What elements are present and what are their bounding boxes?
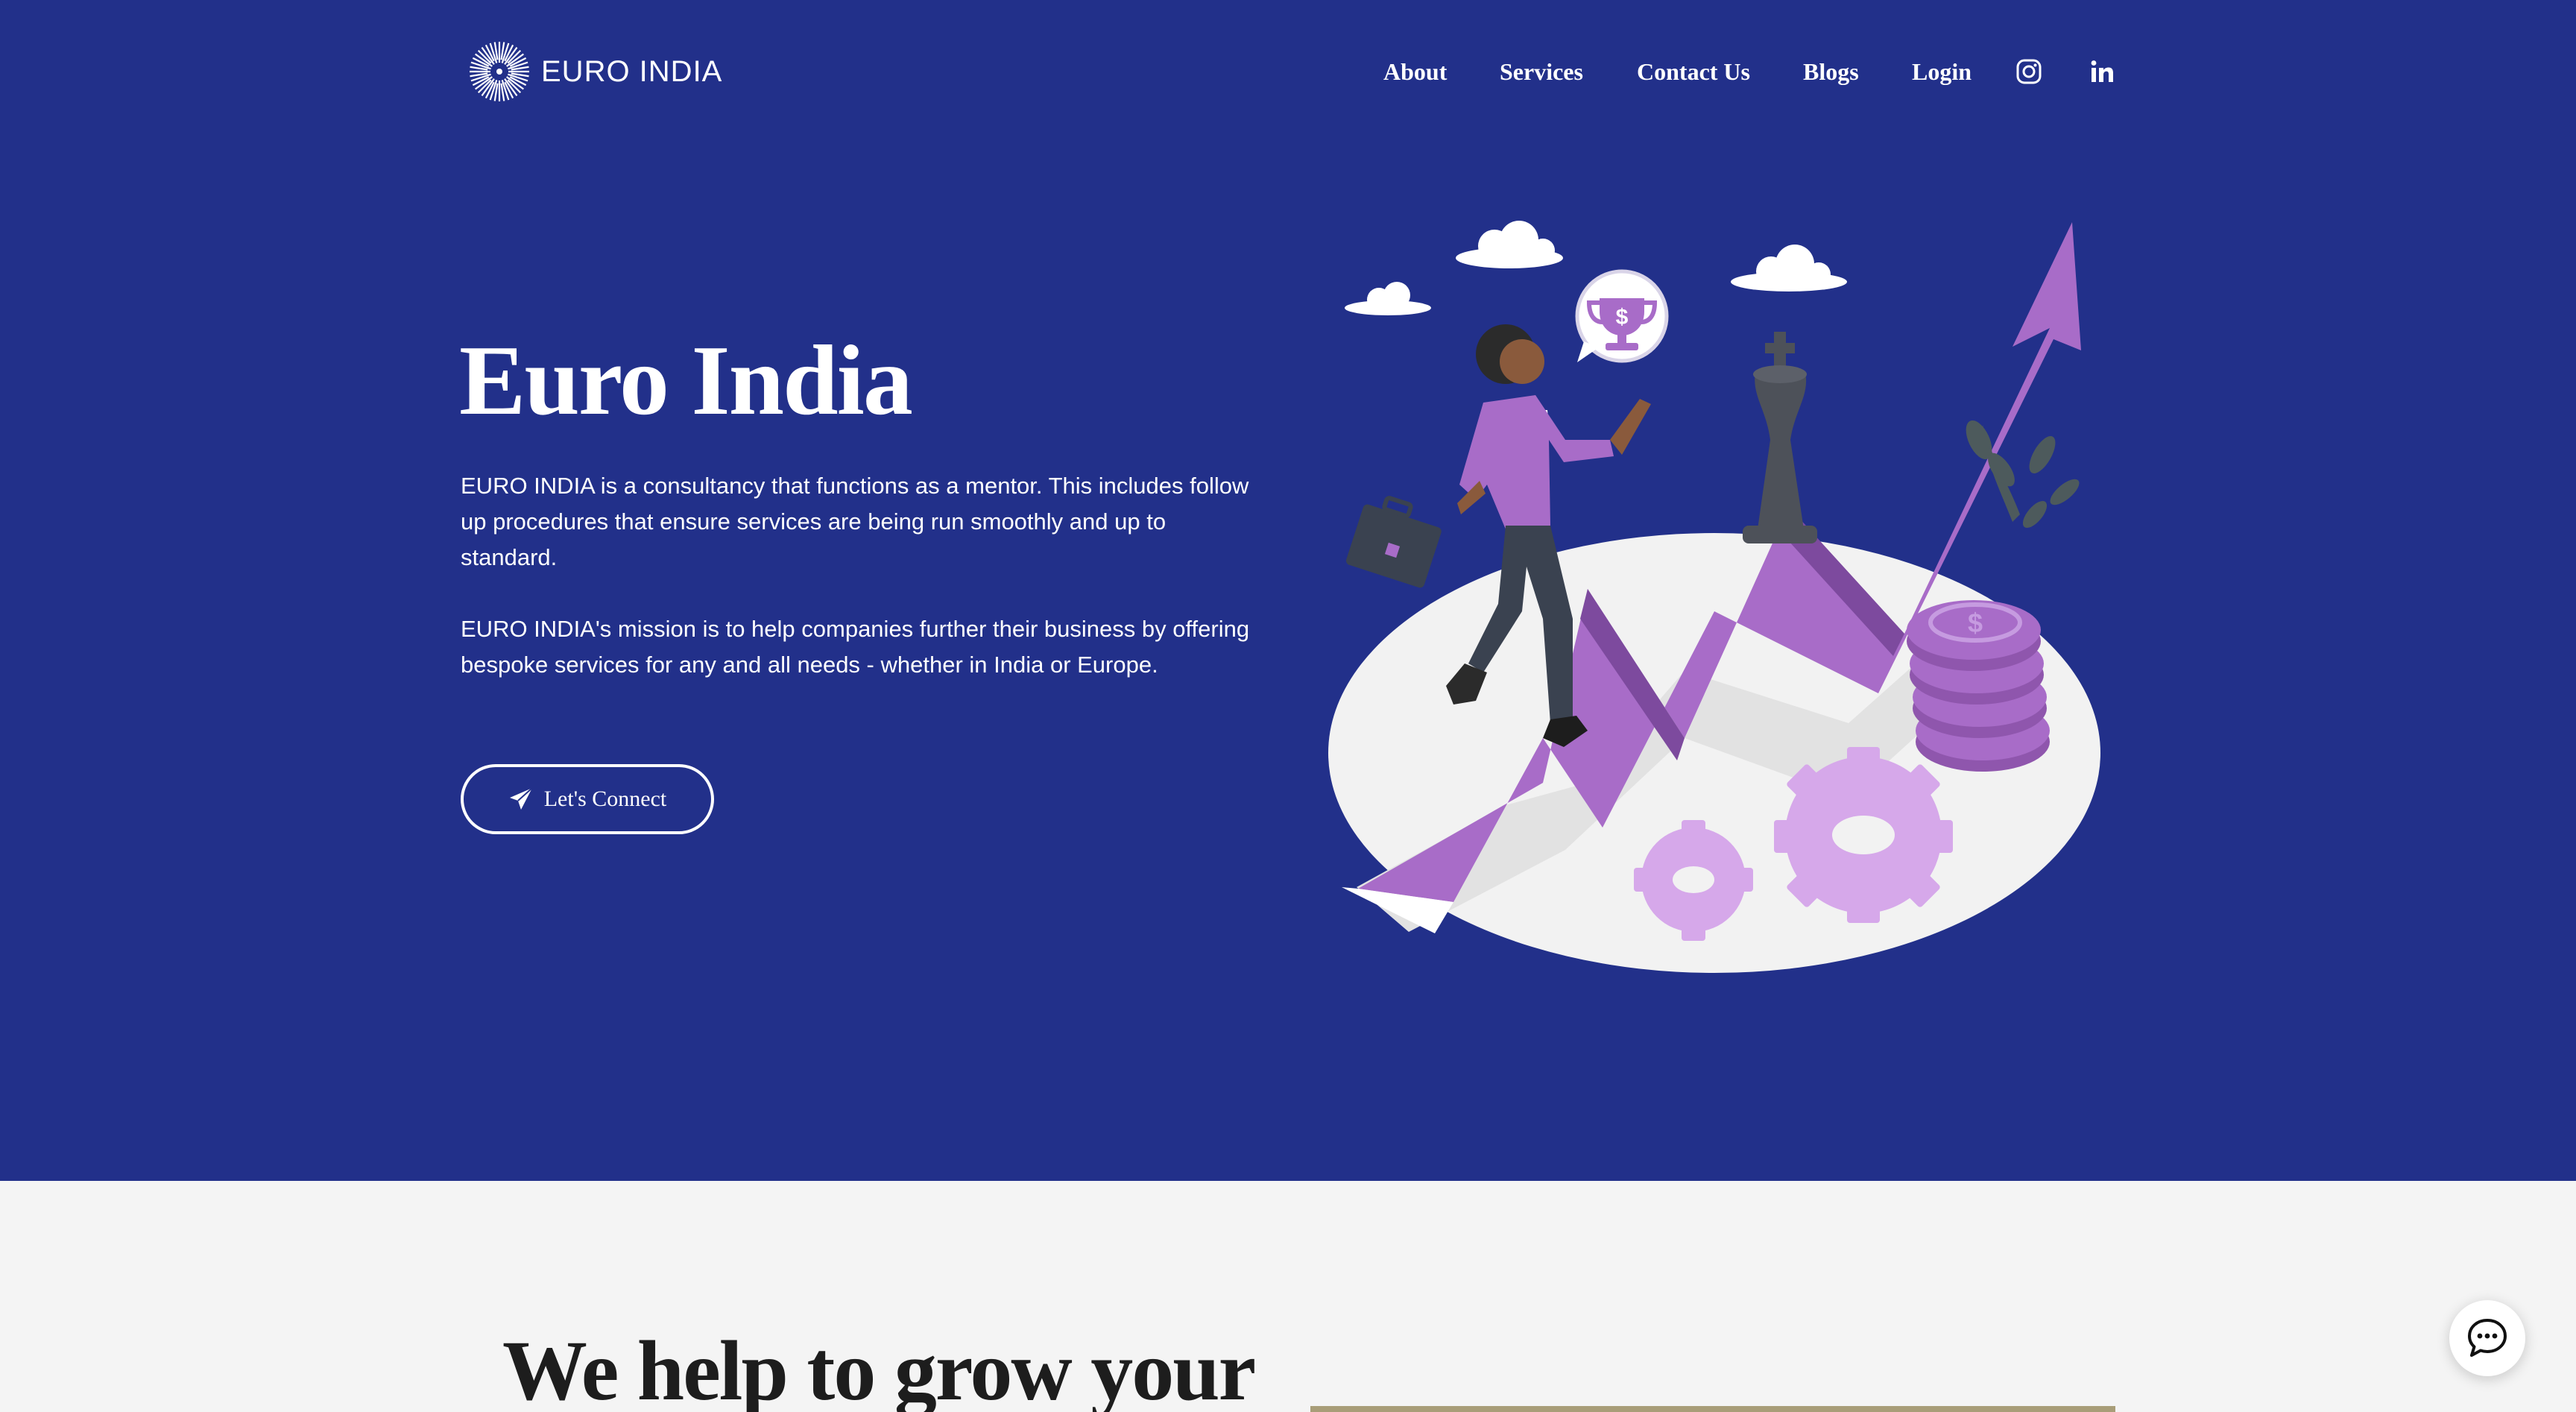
growth-section: We help to grow your [0,1181,2576,1412]
svg-text:$: $ [1616,305,1629,330]
hero-section: EURO INDIA About Services Contact Us Blo… [0,0,2576,1181]
section-heading: We help to grow your [502,1323,1256,1412]
nav-contact-link[interactable]: Contact Us [1637,51,1750,92]
linkedin-icon [2091,60,2113,82]
hero-title: Euro India [459,325,913,435]
nav-about-link[interactable]: About [1383,51,1447,92]
chat-bubble-icon [2468,1319,2507,1357]
briefcase-icon [1345,496,1442,588]
cloud-icon [1731,245,1847,291]
linkedin-link[interactable] [2081,51,2123,92]
hero-paragraph-mission: EURO INDIA's mission is to help companie… [461,616,1250,678]
paper-plane-icon [509,787,533,810]
lets-connect-label: Let's Connect [543,787,667,811]
coin-stack-icon: $ [1907,600,2050,772]
growth-illustration: $ $ [1328,221,2100,973]
plant-icon [1966,420,2080,529]
lets-connect-button[interactable]: Let's Connect [461,764,714,834]
brand-logo[interactable]: EURO INDIA [468,40,722,103]
brand-name: EURO INDIA [541,54,723,88]
chess-king-icon [1743,332,1817,543]
main-nav: About Services Contact Us Blogs Login [1342,51,2117,92]
svg-text:$: $ [1968,608,1983,638]
nav-login-link[interactable]: Login [1912,51,1972,92]
gear-icon [1774,747,1953,923]
nav-blogs-link[interactable]: Blogs [1803,51,1859,92]
section-image [1310,1406,2115,1412]
chat-button[interactable] [2449,1300,2525,1376]
instagram-link[interactable] [2008,51,2050,92]
sunburst-logo-icon [470,42,529,101]
cloud-icon [1456,221,1563,268]
hero-paragraph-intro: EURO INDIA is a consultancy that functio… [461,473,1249,570]
nav-services-link[interactable]: Services [1500,51,1583,92]
instagram-icon [2016,59,2042,84]
cloud-icon [1345,282,1431,315]
